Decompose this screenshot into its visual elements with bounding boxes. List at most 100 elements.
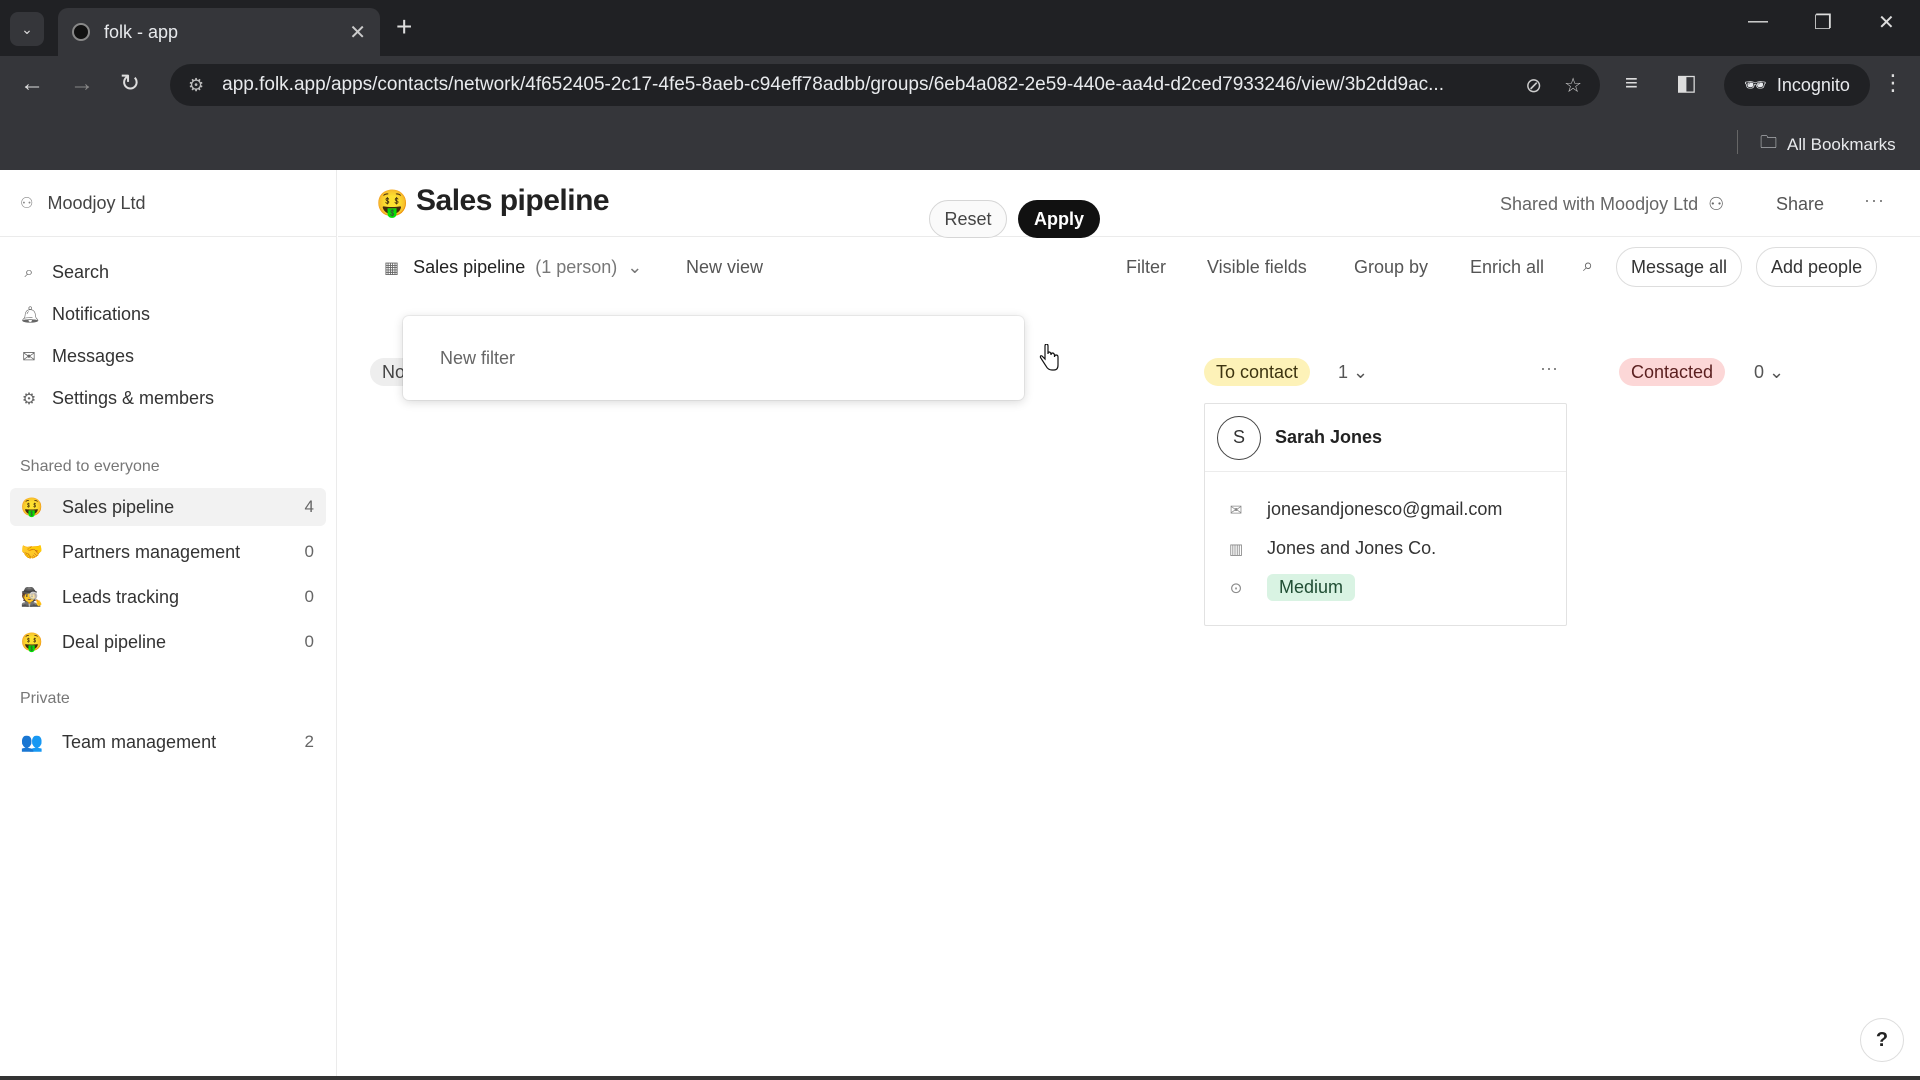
group-label: Leads tracking — [62, 586, 180, 607]
bookmarks-divider — [1737, 130, 1738, 154]
priority-badge[interactable]: Medium — [1267, 574, 1356, 601]
count-value: 0 — [1754, 362, 1765, 382]
tab-search-button[interactable]: ⌄ — [10, 12, 44, 46]
browser-toolbar: ← → ↻ ⚙ app.folk.app/apps/contacts/netwo… — [0, 56, 1920, 114]
count-value: 1 — [1338, 362, 1349, 382]
sidebar-item-label: Notifications — [52, 304, 151, 324]
browser-tab-bar: ⌄ folk - app ✕ + — ❐ ✕ — [0, 0, 1920, 56]
avatar: S — [1217, 415, 1261, 460]
folk-app: ⚇ Moodjoy Ltd ⌕ Search 🔔︎ Notifications … — [0, 170, 1920, 1080]
sidebar-item-settings[interactable]: ⚙ Settings & members — [20, 388, 214, 409]
side-panel-icon[interactable]: ◧ — [1676, 70, 1697, 96]
group-label: Partners management — [62, 541, 241, 562]
sidebar-item-search[interactable]: ⌕ Search — [20, 262, 110, 283]
people-icon: 👥 — [20, 731, 44, 752]
workspace-switcher[interactable]: ⚇ Moodjoy Ltd — [0, 170, 337, 237]
eye-off-icon[interactable]: ⊘ — [1525, 73, 1542, 98]
reload-icon[interactable]: ↻ — [120, 70, 140, 98]
media-icon[interactable]: ≡ — [1625, 70, 1638, 96]
envelope-icon: ✉ — [22, 348, 36, 366]
group-label: Deal pipeline — [62, 631, 167, 652]
column-count-contacted[interactable]: 0 ⌄ — [1754, 362, 1784, 383]
column-tag-contacted[interactable]: Contacted — [1619, 358, 1726, 386]
help-button[interactable]: ? — [1860, 1018, 1904, 1062]
visible-fields-button[interactable]: Visible fields — [1207, 257, 1307, 278]
card-email-row: ✉ jonesandjonesco@gmail.com — [1227, 499, 1503, 520]
address-bar[interactable]: ⚙ app.folk.app/apps/contacts/network/4f6… — [170, 64, 1600, 106]
sidebar-group-team-management[interactable]: 👥 Team management 2 — [10, 723, 326, 761]
new-tab-button[interactable]: + — [396, 12, 412, 42]
card-company-row: ▥ Jones and Jones Co. — [1227, 538, 1436, 559]
building-icon: ▥ — [1228, 540, 1244, 558]
view-toolbar: ▦ Sales pipeline (1 person) ⌄ New view F… — [338, 237, 1920, 303]
money-face-icon: 🤑 — [20, 631, 44, 652]
contact-name[interactable]: Sarah Jones — [1275, 427, 1382, 448]
all-bookmarks-button[interactable]: 🗀 All Bookmarks — [1760, 130, 1896, 159]
chevron-down-icon: ⌄ — [1769, 362, 1785, 382]
column-count-to-contact[interactable]: 1 ⌄ — [1338, 362, 1368, 383]
message-all-button[interactable]: Message all — [1616, 247, 1743, 287]
more-options-icon[interactable]: ··· — [1864, 190, 1885, 211]
tab-title: folk - app — [104, 21, 179, 42]
minimize-icon[interactable]: — — [1748, 10, 1768, 33]
money-face-icon: 🤑 — [376, 188, 409, 218]
incognito-badge[interactable]: 🕶 Incognito — [1724, 64, 1870, 106]
column-tag-to-contact[interactable]: To contact — [1204, 358, 1311, 386]
sidebar-item-notifications[interactable]: 🔔︎ Notifications — [20, 304, 150, 325]
browser-tab[interactable]: folk - app ✕ — [58, 8, 380, 56]
chevron-down-icon: ⌄ — [627, 257, 643, 277]
page-header: 🤑 Sales pipeline Shared with Moodjoy Ltd… — [338, 170, 1920, 237]
contact-company[interactable]: Jones and Jones Co. — [1267, 538, 1436, 559]
sidebar-group-sales-pipeline[interactable]: 🤑 Sales pipeline 4 — [10, 488, 326, 526]
workspace-icon: ⚇ — [20, 195, 34, 212]
site-settings-icon[interactable]: ⚙ — [188, 75, 204, 96]
add-people-button[interactable]: Add people — [1756, 247, 1878, 287]
envelope-icon: ✉ — [1229, 501, 1243, 519]
menu-kebab-icon[interactable]: ⋮ — [1882, 70, 1904, 96]
contact-card[interactable]: S Sarah Jones ✉ jonesandjonesco@gmail.co… — [1204, 403, 1567, 626]
close-tab-icon[interactable]: ✕ — [349, 20, 366, 45]
sidebar-group-leads-tracking[interactable]: 🕵 Leads tracking 0 — [10, 578, 326, 616]
card-header: S Sarah Jones — [1205, 404, 1566, 472]
share-button[interactable]: Share — [1776, 194, 1824, 215]
shared-with-indicator[interactable]: Shared with Moodjoy Ltd ⚇ — [1500, 194, 1724, 215]
bottom-edge — [0, 1076, 1920, 1080]
star-icon[interactable]: ☆ — [1564, 73, 1582, 98]
group-count: 2 — [304, 732, 314, 751]
new-filter-button[interactable]: New filter — [440, 348, 515, 369]
view-selector[interactable]: ▦ Sales pipeline (1 person) ⌄ — [384, 257, 642, 278]
incognito-label: Incognito — [1776, 74, 1850, 95]
sidebar-item-label: Settings & members — [52, 388, 215, 408]
enrich-all-button[interactable]: Enrich all — [1470, 257, 1544, 278]
main-content: 🤑 Sales pipeline Shared with Moodjoy Ltd… — [338, 170, 1920, 1080]
search-icon: ⌕ — [24, 263, 34, 281]
workspace-icon: ⚇ — [1708, 194, 1725, 214]
back-icon[interactable]: ← — [20, 70, 44, 98]
group-count: 4 — [304, 497, 314, 516]
contact-email[interactable]: jonesandjonesco@gmail.com — [1267, 499, 1502, 520]
private-section-label: Private — [20, 690, 70, 707]
handshake-icon: 🤝 — [20, 541, 44, 562]
bookmarks-bar: 🗀 All Bookmarks — [0, 114, 1920, 170]
bell-icon: 🔔︎ — [20, 306, 41, 324]
search-icon[interactable]: ⌕ — [1583, 255, 1593, 276]
folder-icon: 🗀 — [1760, 133, 1777, 152]
view-count: (1 person) — [535, 257, 618, 277]
board-view-icon: ▦ — [384, 259, 400, 277]
hand-cursor-icon — [1039, 344, 1059, 371]
sidebar-item-messages[interactable]: ✉ Messages — [20, 346, 134, 367]
page-title[interactable]: Sales pipeline — [416, 184, 610, 218]
sidebar-group-deal-pipeline[interactable]: 🤑 Deal pipeline 0 — [10, 623, 326, 661]
new-view-button[interactable]: New view — [686, 257, 763, 278]
reset-button[interactable]: Reset — [929, 200, 1007, 238]
group-by-button[interactable]: Group by — [1354, 257, 1428, 278]
filter-button[interactable]: Filter — [1126, 257, 1166, 278]
apply-button[interactable]: Apply — [1018, 200, 1100, 238]
sidebar-group-partners-management[interactable]: 🤝 Partners management 0 — [10, 533, 326, 571]
restore-icon[interactable]: ❐ — [1814, 10, 1832, 35]
group-count: 0 — [304, 587, 314, 606]
close-window-icon[interactable]: ✕ — [1878, 10, 1895, 35]
forward-icon[interactable]: → — [70, 70, 94, 98]
shared-section-label: Shared to everyone — [20, 458, 160, 475]
column-more-icon[interactable]: ··· — [1540, 358, 1558, 379]
